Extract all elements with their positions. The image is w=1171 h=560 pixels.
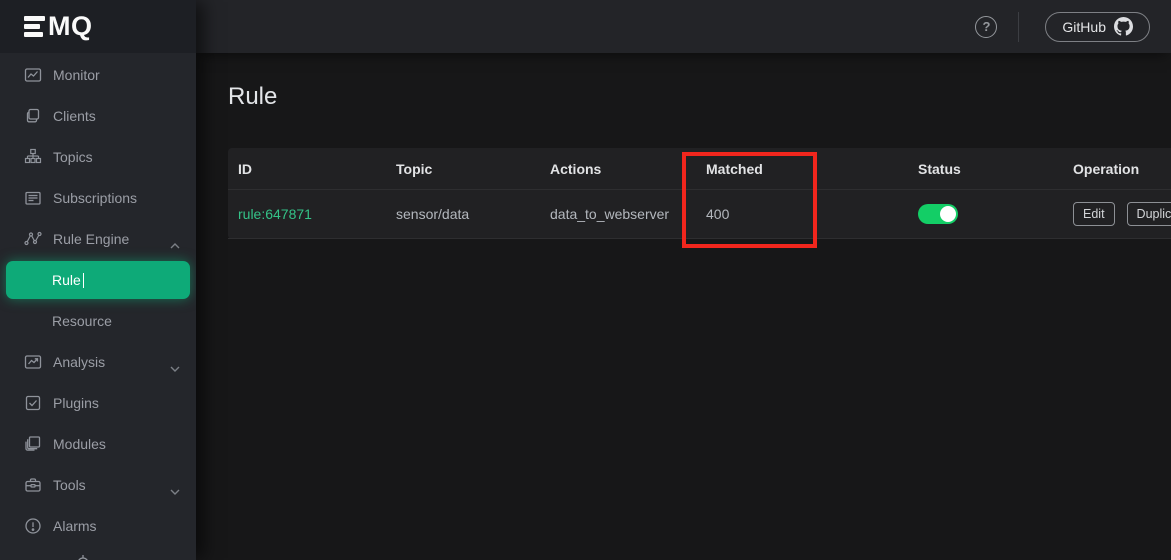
sidebar-item-tools[interactable]: Tools: [0, 464, 196, 505]
sidebar-item-label: Modules: [53, 436, 106, 452]
rule-actions: data_to_webserver: [540, 206, 696, 222]
plugins-icon: [24, 394, 42, 412]
sidebar-item-modules[interactable]: Modules: [0, 423, 196, 464]
column-header-actions: Actions: [540, 148, 696, 190]
rule-id-link[interactable]: rule:647871: [228, 206, 386, 222]
sidebar-item-label: Resource: [52, 313, 112, 329]
sidebar-item-resource[interactable]: Resource: [0, 300, 196, 341]
sidebar-item-label: Plugins: [53, 395, 99, 411]
alarms-icon: [24, 517, 42, 535]
sidebar-item-topics[interactable]: Topics: [0, 136, 196, 177]
github-icon: [1114, 17, 1133, 36]
sidebar-item-rule-engine[interactable]: Rule Engine: [0, 218, 196, 259]
sidebar-item-label: Rule Engine: [53, 231, 129, 247]
modules-icon: [24, 435, 42, 453]
sidebar-item-alarms[interactable]: Alarms: [0, 505, 196, 546]
main-content: Rule ID Topic Actions Matched Status Ope…: [196, 53, 1171, 560]
sidebar-item-label: Alarms: [53, 518, 97, 534]
chevron-down-icon: [170, 482, 180, 498]
rule-topic: sensor/data: [386, 206, 540, 222]
operation-cell: Edit Duplicate: [1063, 202, 1171, 226]
sidebar-item-subscriptions[interactable]: Subscriptions: [0, 177, 196, 218]
status-toggle[interactable]: [918, 204, 958, 224]
sidebar-item-label: Tools: [53, 477, 86, 493]
text-cursor: [83, 273, 85, 288]
column-header-id: ID: [228, 148, 386, 190]
status-cell: [908, 204, 1063, 224]
sidebar-item-plugins[interactable]: Plugins: [0, 382, 196, 423]
subscriptions-icon: [24, 189, 42, 207]
monitor-icon: [24, 66, 42, 84]
sidebar-item-label: Subscriptions: [53, 190, 137, 206]
logo-text: MQ: [48, 11, 93, 42]
sidebar-item-label: Clients: [53, 108, 96, 124]
emq-logo-icon: [24, 16, 45, 37]
emqx-dashboard: MQ Monitor Clients Topics: [0, 0, 1171, 560]
page-title: Rule: [228, 83, 1171, 111]
sidebar-item-rule[interactable]: Rule: [6, 261, 190, 299]
app-logo: MQ: [0, 0, 196, 53]
sidebar-item-label: Topics: [53, 149, 93, 165]
clients-icon: [24, 107, 42, 125]
topics-icon: [24, 148, 42, 166]
sidebar: MQ Monitor Clients Topics: [0, 0, 196, 560]
chevron-up-icon: [170, 236, 180, 252]
github-label: GitHub: [1062, 19, 1106, 35]
sidebar-item-label: Rule: [52, 272, 81, 288]
sidebar-item-label: Analysis: [53, 354, 105, 370]
sidebar-item-monitor[interactable]: Monitor: [0, 54, 196, 95]
chevron-down-icon: [170, 359, 180, 375]
edit-button[interactable]: Edit: [1073, 202, 1115, 226]
help-icon[interactable]: ?: [975, 16, 997, 38]
sidebar-menu: Monitor Clients Topics Subscriptions: [0, 53, 196, 546]
column-header-status: Status: [908, 148, 1063, 190]
rule-engine-icon: [24, 230, 42, 248]
column-header-topic: Topic: [386, 148, 540, 190]
topbar-divider: [1018, 12, 1019, 42]
sidebar-item-analysis[interactable]: Analysis: [0, 341, 196, 382]
column-header-operation: Operation: [1063, 148, 1171, 190]
analysis-icon: [24, 353, 42, 371]
settings-icon: [74, 553, 92, 560]
sidebar-item-clients[interactable]: Clients: [0, 95, 196, 136]
topbar: ? GitHub: [196, 0, 1171, 53]
github-button[interactable]: GitHub: [1045, 12, 1150, 42]
duplicate-button[interactable]: Duplicate: [1127, 202, 1171, 226]
sidebar-item-label: Monitor: [53, 67, 100, 83]
tools-icon: [24, 476, 42, 494]
annotation-red-box: [682, 152, 817, 248]
